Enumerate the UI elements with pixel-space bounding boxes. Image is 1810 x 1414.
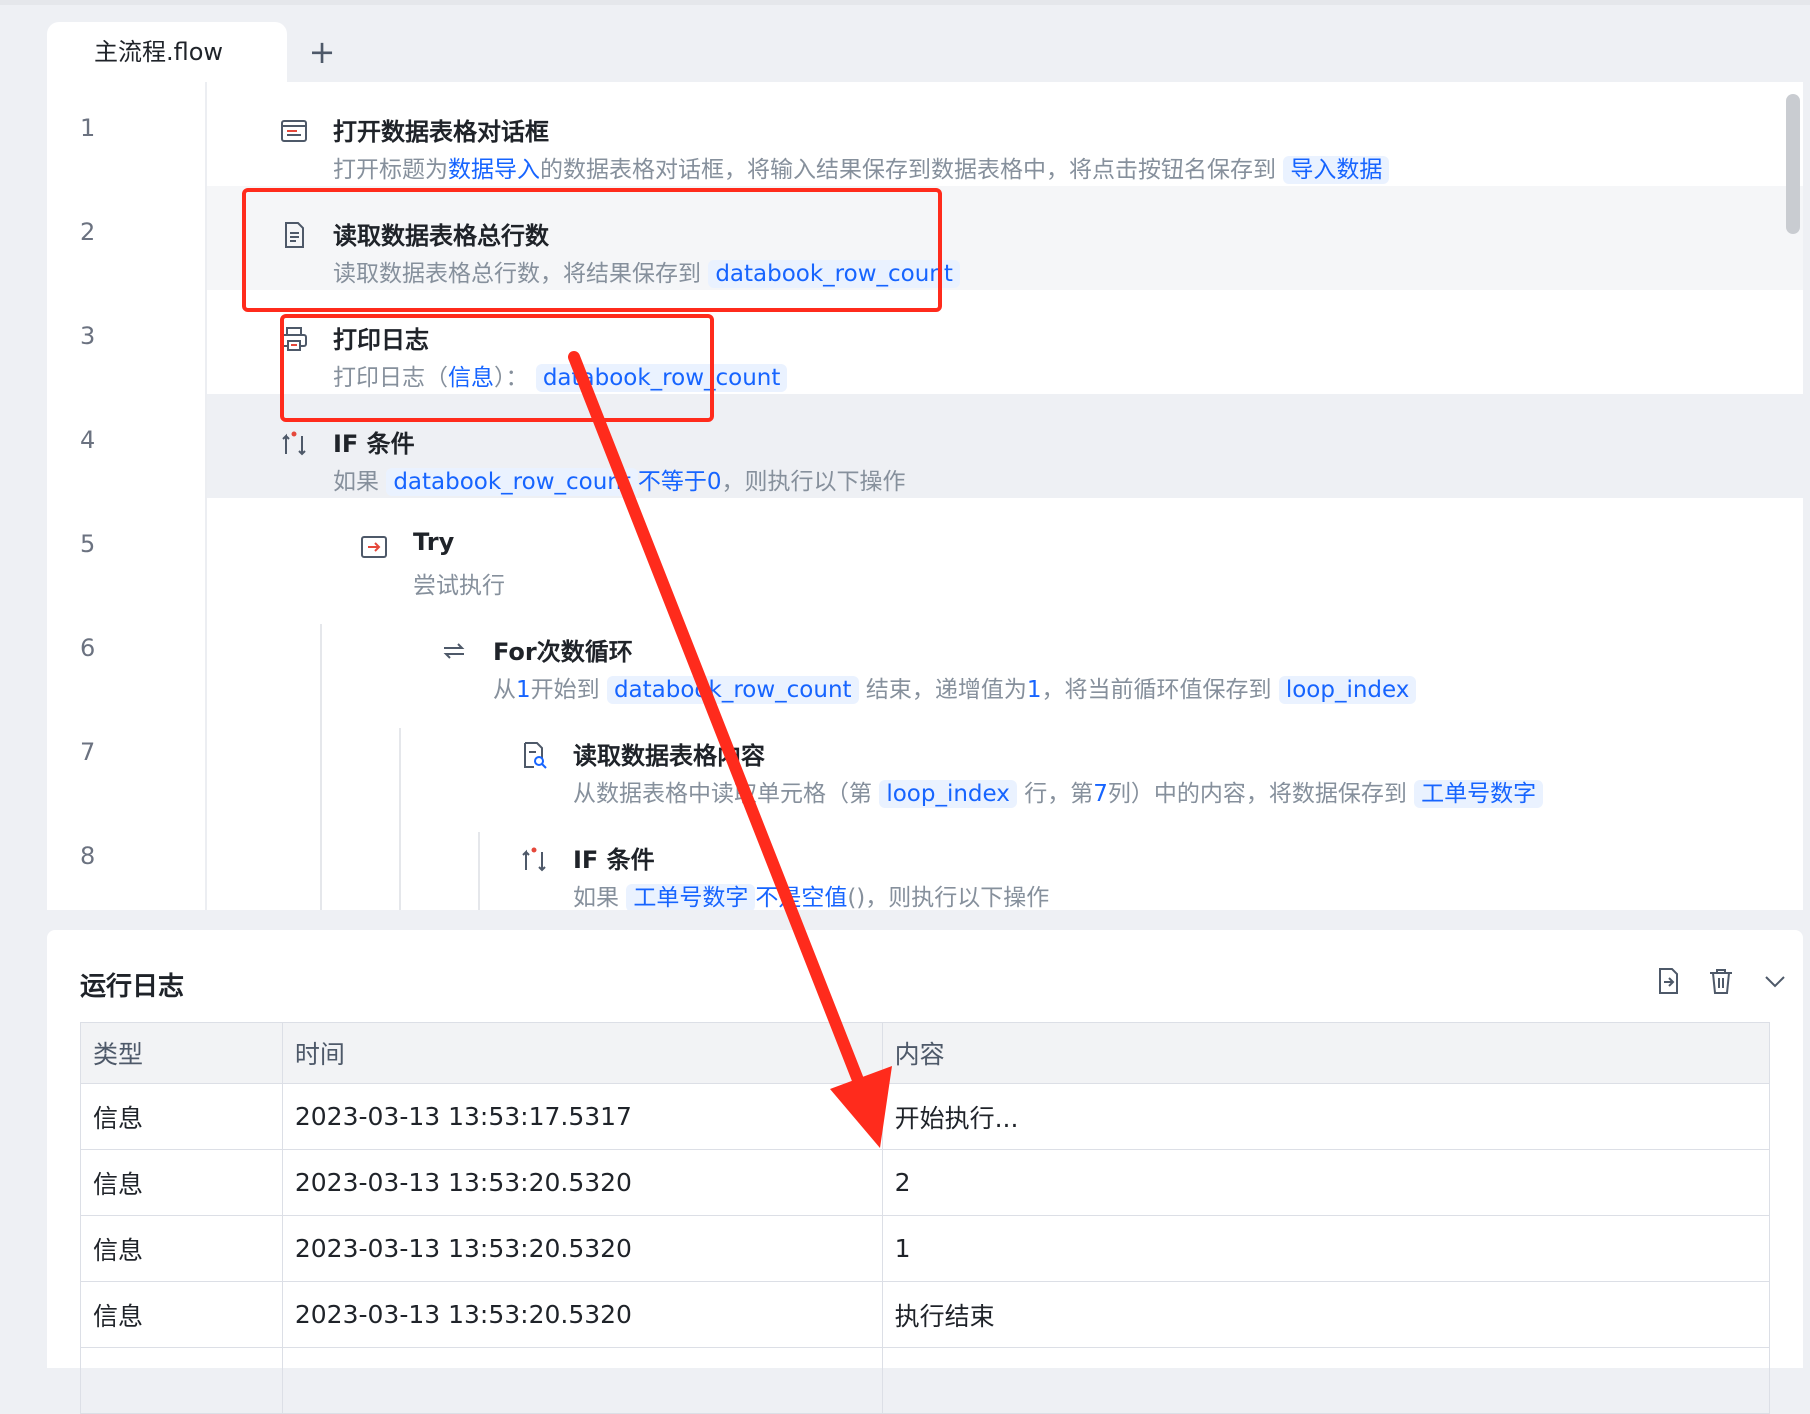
line-number: 5 [80,530,96,558]
read-cell-icon [519,740,549,770]
export-icon[interactable] [1650,966,1686,1002]
log-content: 开始执行... [881,1083,1771,1150]
column-header-content[interactable]: 内容 [881,1022,1771,1084]
step-description: 尝试执行 [413,573,505,599]
variable-token[interactable]: databook_row_count [606,676,859,704]
step-description: 从1开始到 databook_row_count 结束，递增值为1，将当前循环值… [493,670,1417,704]
log-row[interactable]: 信息 2023-03-13 13:53:20.5320 2 [80,1149,1771,1216]
variable-token[interactable]: loop_index [1278,676,1417,704]
column-header-time[interactable]: 时间 [281,1022,883,1084]
variable-token[interactable]: loop_index [879,780,1017,808]
log-type: 信息 [80,1083,283,1150]
log-time: 2023-03-13 13:53:17.5317 [281,1083,883,1150]
log-row[interactable]: 信息 2023-03-13 13:53:20.5320 1 [80,1215,1771,1282]
log-type: 信息 [80,1215,283,1282]
step-title: 读取数据表格内容 [573,742,765,770]
log-type: 信息 [80,1149,283,1216]
step-title: For次数循环 [493,638,633,666]
window-top-strip [0,0,1810,5]
run-log-panel: 运行日志 类型 时间 内容 信息 2023-03-13 13:53:17.531… [47,930,1803,1414]
log-content: 1 [881,1215,1771,1282]
step-description: 从数据表格中读取单元格（第 loop_index 行，第7列）中的内容，将数据保… [573,774,1544,808]
variable-token[interactable]: databook_row_count [386,468,638,496]
log-title: 运行日志 [80,972,185,1002]
step-title: IF 条件 [573,846,655,874]
log-time: 2023-03-13 13:53:20.5320 [281,1281,883,1348]
condition-icon [279,428,309,458]
variable-token[interactable]: 工单号数字 [1414,780,1544,808]
chevron-down-icon[interactable] [1757,966,1793,1002]
flow-step-read-cell[interactable]: 读取数据表格内容 从数据表格中读取单元格（第 loop_index 行，第7列）… [207,706,1803,810]
log-row[interactable]: 信息 2023-03-13 13:53:20.5320 执行结束 [80,1281,1771,1348]
step-title: Try [413,528,455,556]
variable-token[interactable]: 工单号数字 [626,884,756,910]
annotation-box-print-log [280,314,714,422]
line-number: 6 [80,634,96,662]
loop-icon [439,636,469,666]
step-title: 打开数据表格对话框 [333,118,549,146]
log-time: 2023-03-13 13:53:20.5320 [281,1215,883,1282]
log-header-row: 类型 时间 内容 [80,1022,1771,1084]
log-content: 执行结束 [881,1281,1771,1348]
line-number-gutter: 1 2 3 4 5 6 7 8 [47,82,207,910]
dialog-icon [279,116,309,146]
log-type: 信息 [80,1281,283,1348]
log-row-empty [80,1347,1771,1414]
variable-token[interactable]: 导入数据 [1283,156,1390,184]
line-number: 1 [80,114,96,142]
flow-step-if-not-empty[interactable]: IF 条件 如果 工单号数字 不是空值()，则执行以下操作 [207,810,1803,910]
step-description: 打开标题为数据导入的数据表格对话框，将输入结果保存到数据表格中，将点击按钮名保存… [333,150,1390,184]
flow-step-open-dialog[interactable]: 打开数据表格对话框 打开标题为数据导入的数据表格对话框，将输入结果保存到数据表格… [207,82,1803,186]
flow-step-for-loop[interactable]: For次数循环 从1开始到 databook_row_count 结束，递增值为… [207,602,1803,706]
column-header-type[interactable]: 类型 [80,1022,283,1084]
trash-icon[interactable] [1703,966,1739,1002]
line-number: 2 [80,218,96,246]
condition-icon [519,844,549,874]
annotation-box-read-row-count [242,188,942,312]
log-time: 2023-03-13 13:53:20.5320 [281,1149,883,1216]
try-icon [359,532,389,562]
tab-main-flow[interactable]: 主流程.flow [47,22,287,82]
log-table: 类型 时间 内容 信息 2023-03-13 13:53:17.5317 开始执… [80,1022,1771,1414]
add-tab-button[interactable]: + [302,32,342,72]
line-number: 8 [80,842,96,870]
step-title: IF 条件 [333,430,415,458]
line-number: 3 [80,322,96,350]
flow-step-try[interactable]: Try 尝试执行 [207,498,1803,602]
editor-scrollbar[interactable] [1786,94,1800,234]
line-number: 4 [80,426,96,454]
step-description: 如果 databook_row_count 不等于0，则执行以下操作 [333,468,906,496]
log-row[interactable]: 信息 2023-03-13 13:53:17.5317 开始执行... [80,1083,1771,1150]
log-content: 2 [881,1149,1771,1216]
tab-bar: 主流程.flow + [47,22,1803,82]
line-number: 7 [80,738,96,766]
step-description: 如果 工单号数字 不是空值()，则执行以下操作 [573,884,1050,910]
